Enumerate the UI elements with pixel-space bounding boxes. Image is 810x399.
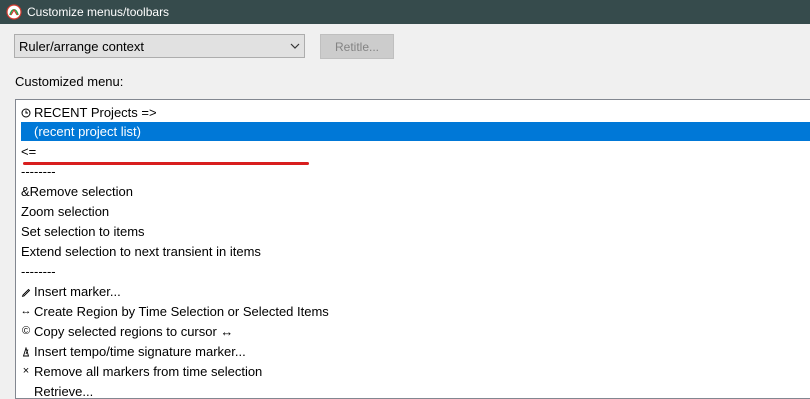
customized-menu-label: Customized menu: <box>15 74 124 89</box>
list-item[interactable]: Insert tempo/time signature marker... <box>21 342 246 361</box>
list-item-separator[interactable]: -------- <box>21 262 56 281</box>
list-item[interactable]: © Copy selected regions to cursor ↔ <box>21 322 234 341</box>
list-item[interactable]: × Remove all markers from time selection <box>21 362 263 381</box>
annotation-underline <box>23 162 309 165</box>
list-item[interactable]: <= <box>21 142 36 161</box>
list-item[interactable]: Retrieve... <box>21 382 93 398</box>
title-bar: Customize menus/toolbars <box>0 0 810 24</box>
list-item-separator[interactable]: -------- <box>21 162 56 181</box>
list-item[interactable]: RECENT Projects => <box>21 103 157 122</box>
window-title: Customize menus/toolbars <box>27 5 170 19</box>
cross-icon: × <box>22 365 30 377</box>
reaper-app-icon <box>6 4 22 20</box>
context-select-value: Ruler/arrange context <box>19 38 145 54</box>
copyright-icon: © <box>21 325 31 337</box>
list-item[interactable]: Zoom selection <box>21 202 109 221</box>
customized-menu-list[interactable]: RECENT Projects => (recent project list)… <box>15 99 810 399</box>
double-arrow-icon: ↔ <box>20 305 32 317</box>
list-item[interactable]: Set selection to items <box>21 222 145 241</box>
list-item[interactable]: &Remove selection <box>21 182 133 201</box>
clock-icon <box>21 108 31 118</box>
list-item[interactable]: ↔ Create Region by Time Selection or Sel… <box>21 302 329 321</box>
chevron-down-icon <box>286 35 304 57</box>
list-item[interactable]: Extend selection to next transient in it… <box>21 242 261 261</box>
pencil-icon <box>21 287 31 297</box>
context-select[interactable]: Ruler/arrange context <box>14 34 305 58</box>
retitle-button[interactable]: Retitle... <box>320 34 394 59</box>
list-item[interactable]: Insert marker... <box>21 282 121 301</box>
list-item-selected[interactable]: (recent project list) <box>21 122 810 141</box>
metronome-icon <box>21 346 31 357</box>
